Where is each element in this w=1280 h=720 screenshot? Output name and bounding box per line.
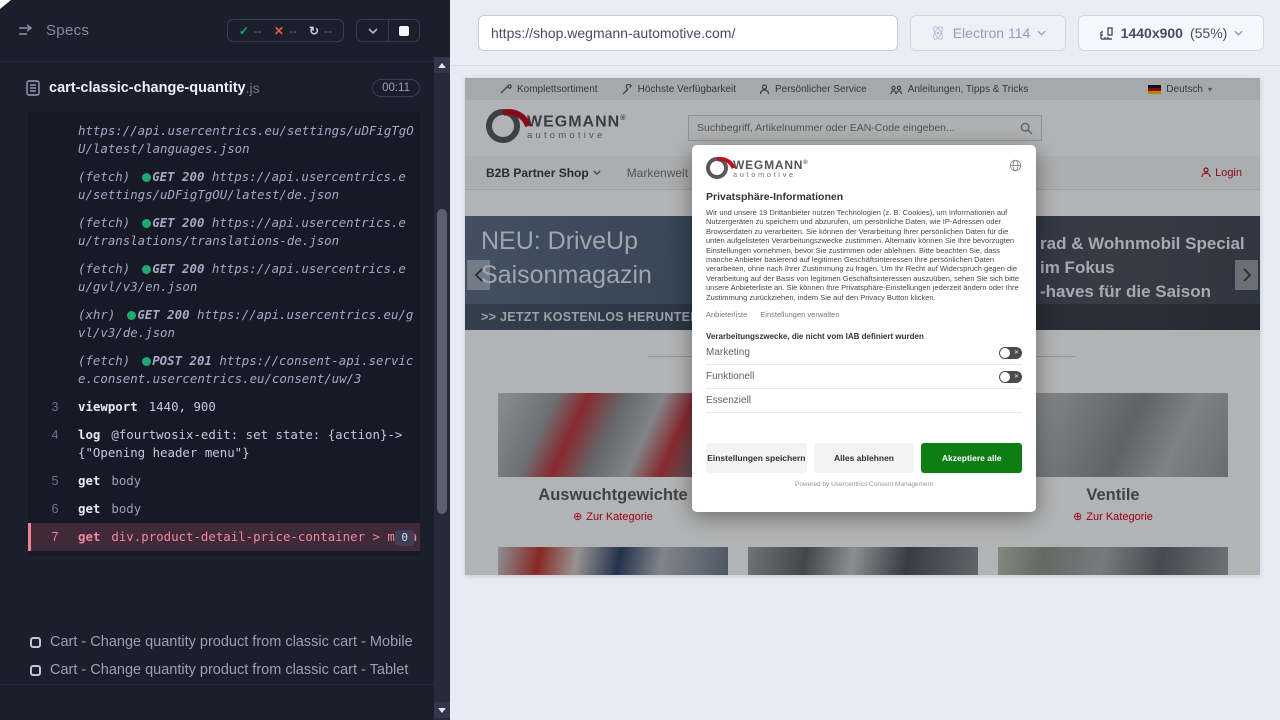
triangle-down-icon <box>438 707 446 713</box>
network-log-row[interactable]: (xhr) GET 200 https://api.usercentrics.eu… <box>28 301 420 347</box>
command-row-viewport[interactable]: 3 viewport 1440, 900 <box>28 393 420 421</box>
specs-title: Specs <box>46 22 90 39</box>
spec-ext: .js <box>245 80 260 96</box>
scroll-down-button[interactable] <box>434 702 450 718</box>
collapse-button[interactable] <box>357 20 388 41</box>
command-log: https://api.usercentrics.eu/settings/uDF… <box>28 112 420 556</box>
app-preview: Komplettsortiment Höchste Verfügbarkeit … <box>465 78 1260 575</box>
chevron-down-icon <box>1037 30 1046 36</box>
runner-main-area: Electron 114 1440x900 (55%) Komplettsort… <box>450 0 1280 720</box>
ruler-icon <box>1099 26 1113 40</box>
runner-controls <box>356 19 420 42</box>
chevron-down-icon <box>367 27 378 34</box>
manage-settings-link[interactable]: Einstellungen verwalten <box>760 310 839 319</box>
command-row-get[interactable]: 5 get body <box>28 467 420 495</box>
failed-icon: ✕ <box>273 23 284 38</box>
command-row-get-active[interactable]: 7 get div.product-detail-price-container … <box>28 523 420 551</box>
consent-title: Privatsphäre-Informationen <box>706 191 844 203</box>
pending-test-row[interactable]: Cart - Change quantity product from clas… <box>0 656 434 684</box>
logo-ring-icon <box>706 157 728 179</box>
viewport-zoom-label: (55%) <box>1189 25 1228 41</box>
scroll-up-button[interactable] <box>434 57 450 73</box>
toggle-knob <box>1000 371 1010 382</box>
stop-button[interactable] <box>388 20 419 41</box>
match-count-badge: 0 <box>395 530 414 546</box>
stop-icon <box>399 25 409 36</box>
pending-stat: ↻ -- <box>308 23 332 38</box>
test-stats: ✓ -- ✕ -- ↻ -- <box>226 19 344 42</box>
pending-tests: Cart - Change quantity product from clas… <box>0 628 434 684</box>
command-row-get[interactable]: 6 get body <box>28 495 420 523</box>
purpose-row-funktionell: Funktionell <box>706 365 1022 390</box>
consent-section-title: Verarbeitungszwecke, die nicht vom IAB d… <box>706 332 924 342</box>
success-dot-icon <box>127 311 137 320</box>
vendor-list-link[interactable]: Anbieterliste <box>706 310 747 319</box>
viewport-size-select[interactable]: 1440x900 (55%) <box>1078 15 1264 51</box>
command-row-log[interactable]: 4 log @fourtwosix-edit: set state: {actio… <box>28 421 420 467</box>
network-log-row[interactable]: https://api.usercentrics.eu/settings/uDF… <box>28 117 420 163</box>
cookie-consent-dialog: WEGMANN® automotive Privatsphäre-Informa… <box>692 145 1036 512</box>
passed-stat: ✓ -- <box>238 23 262 38</box>
corner-artifact <box>0 0 11 9</box>
deny-all-button[interactable]: Alles ablehnen <box>813 443 915 474</box>
specs-list-toggle-icon[interactable] <box>18 23 36 38</box>
success-dot-icon <box>142 265 152 274</box>
purpose-row-marketing: Marketing <box>706 341 1022 366</box>
network-log-row[interactable]: (fetch) GET 200 https://api.usercentrics.… <box>28 163 420 209</box>
functional-toggle[interactable] <box>999 370 1022 383</box>
scrollbar-thumb[interactable] <box>437 209 447 514</box>
runner-topbar: Electron 114 1440x900 (55%) <box>450 0 1280 66</box>
failed-stat: ✕ -- <box>273 23 297 38</box>
browser-select[interactable]: Electron 114 <box>910 15 1066 51</box>
divider <box>0 684 434 685</box>
purpose-row-essenziell: Essenziell <box>706 389 1022 414</box>
sidebar-scrollbar[interactable] <box>434 57 450 720</box>
sidebar-header: Specs ✓ -- ✕ -- ↻ -- <box>0 0 434 62</box>
save-settings-button[interactable]: Einstellungen speichern <box>706 443 807 474</box>
chevron-down-icon <box>1234 30 1243 36</box>
pending-test-title: Cart - Change quantity product from clas… <box>50 634 413 650</box>
spec-file-row[interactable]: cart-classic-change-quantity .js 00:11 <box>0 70 434 106</box>
pending-test-icon <box>30 636 41 648</box>
consent-brand-logo: WEGMANN® automotive <box>706 157 809 179</box>
test-runner-sidebar: Specs ✓ -- ✕ -- ↻ -- cart-classic-change-qu… <box>0 0 450 720</box>
toggle-knob <box>1000 347 1010 358</box>
pending-icon: ↻ <box>308 23 319 38</box>
browser-label: Electron 114 <box>952 25 1031 41</box>
pending-test-row[interactable]: Cart - Change quantity product from clas… <box>0 628 434 656</box>
marketing-toggle[interactable] <box>999 346 1022 359</box>
network-log-row[interactable]: (fetch) GET 200 https://api.usercentrics.… <box>28 255 420 301</box>
spec-duration-badge: 00:11 <box>372 79 420 97</box>
network-log-row[interactable]: (fetch) POST 201 https://consent-api.serv… <box>28 347 420 393</box>
viewport-size-label: 1440x900 <box>1120 25 1183 41</box>
success-dot-icon <box>142 173 152 182</box>
globe-language-icon[interactable] <box>1009 159 1022 172</box>
network-log-row[interactable]: (fetch) GET 200 https://api.usercentrics.… <box>28 209 420 255</box>
accept-all-button[interactable]: Akzeptiere alle <box>921 443 1023 474</box>
consent-body: Wir und unsere 19 Drittanbieter nutzen T… <box>706 208 1020 302</box>
triangle-up-icon <box>438 62 446 68</box>
spec-file-icon <box>26 80 40 96</box>
passed-icon: ✓ <box>238 23 249 38</box>
url-input[interactable] <box>478 15 898 51</box>
electron-icon <box>932 26 943 40</box>
success-dot-icon <box>142 357 152 366</box>
pending-test-icon <box>30 664 41 676</box>
success-dot-icon <box>142 219 152 228</box>
spec-name: cart-classic-change-quantity <box>49 80 246 96</box>
consent-footer: Powered by Usercentrics Consent Manageme… <box>794 481 933 489</box>
pending-test-title: Cart - Change quantity product from clas… <box>50 662 409 678</box>
